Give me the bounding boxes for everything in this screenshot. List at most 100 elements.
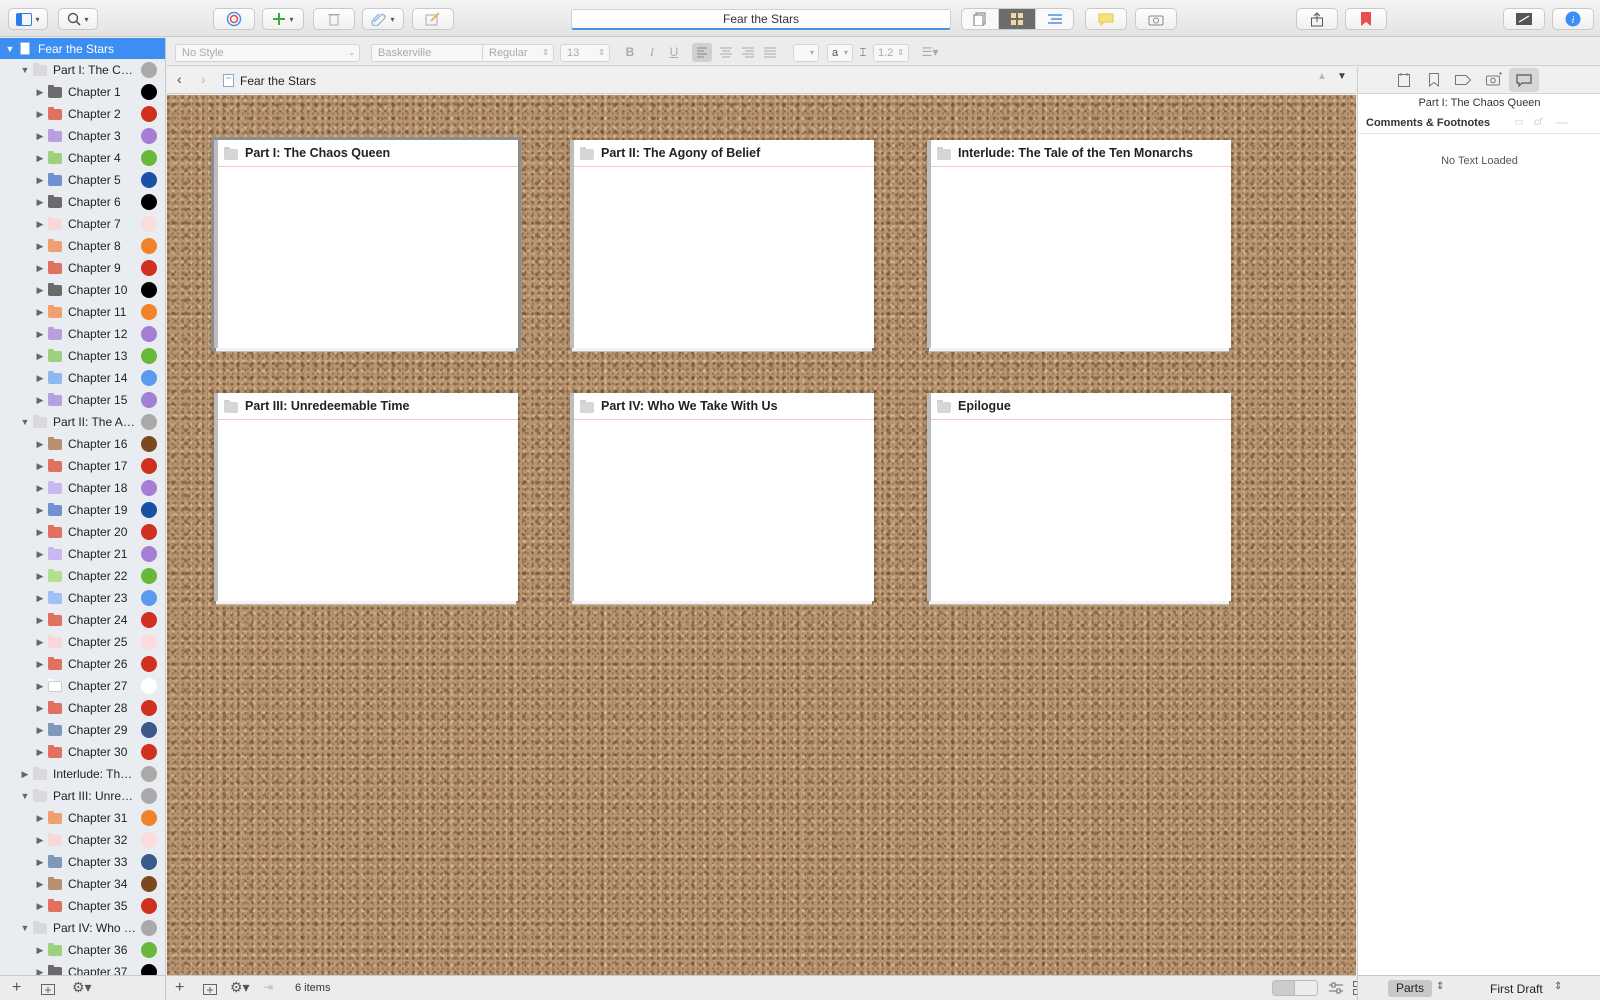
line-spacing-select[interactable]: 1.2 ⇕ (873, 44, 909, 62)
align-justify-icon[interactable] (761, 43, 779, 62)
remove-comment-icon[interactable]: — (1556, 115, 1568, 129)
disclosure-collapsed-icon[interactable]: ▶ (34, 307, 46, 318)
forward-arrow-icon[interactable]: › (201, 71, 206, 87)
binder-chapter-item[interactable]: ▶ Chapter 19 (0, 499, 165, 521)
tag-icon[interactable] (1455, 75, 1471, 85)
binder-chapter-item[interactable]: ▶ Chapter 3 (0, 125, 165, 147)
view-mode-button[interactable]: ▾ (8, 8, 48, 30)
disclosure-collapsed-icon[interactable]: ▶ (34, 109, 46, 120)
binder-chapter-item[interactable]: ▶ Chapter 13 (0, 345, 165, 367)
disclosure-expanded-icon[interactable]: ▼ (19, 65, 31, 75)
status-select[interactable]: First Draft (1490, 982, 1543, 996)
updown-icon[interactable]: ⇕ (1436, 981, 1444, 992)
binder-chapter-item[interactable]: ▶ Chapter 21 (0, 543, 165, 565)
disclosure-collapsed-icon[interactable]: ▶ (34, 901, 46, 912)
align-left-button[interactable] (692, 43, 712, 62)
disclosure-collapsed-icon[interactable]: ▶ (34, 703, 46, 714)
binder-chapter-item[interactable]: ▶ Chapter 25 (0, 631, 165, 653)
comment-button[interactable] (1085, 8, 1127, 30)
binder-chapter-item[interactable]: ▶ Chapter 27 (0, 675, 165, 697)
binder-chapter-item[interactable]: ▶ Chapter 23 (0, 587, 165, 609)
binder-chapter-item[interactable]: ▶ Chapter 1 (0, 81, 165, 103)
card-synopsis[interactable] (931, 420, 1231, 600)
add-card-button[interactable]: + (175, 979, 184, 997)
disclosure-collapsed-icon[interactable]: ▶ (34, 571, 46, 582)
disclosure-collapsed-icon[interactable]: ▶ (34, 219, 46, 230)
disclosure-collapsed-icon[interactable]: ▶ (34, 131, 46, 142)
binder-chapter-item[interactable]: ▶ Chapter 32 (0, 829, 165, 851)
corkboard-view-button[interactable] (999, 9, 1036, 29)
binder-chapter-item[interactable]: ▶ Chapter 26 (0, 653, 165, 675)
binder-chapter-item[interactable]: ▶ Chapter 34 (0, 873, 165, 895)
text-color-select[interactable]: ▾ (793, 44, 819, 62)
collection-button[interactable]: Parts (1388, 980, 1432, 997)
bookmark-button[interactable] (1345, 8, 1387, 30)
card-header[interactable]: Part III: Unredeemable Time (218, 393, 518, 420)
disclosure-collapsed-icon[interactable]: ▶ (34, 197, 46, 208)
binder-chapter-item[interactable]: ▶ Chapter 20 (0, 521, 165, 543)
add-button[interactable]: ▾ (262, 8, 304, 30)
share-button[interactable] (1296, 8, 1338, 30)
disclosure-collapsed-icon[interactable]: ▶ (34, 461, 46, 472)
move-icon[interactable]: ⇥ (263, 980, 273, 994)
disclosure-collapsed-icon[interactable]: ▶ (34, 175, 46, 186)
bold-button[interactable]: B (622, 45, 638, 59)
trash-button[interactable] (313, 8, 355, 30)
binder-chapter-item[interactable]: ▶ Chapter 11 (0, 301, 165, 323)
card-header[interactable]: Part IV: Who We Take With Us (574, 393, 874, 420)
composition-mode-button[interactable] (1503, 8, 1545, 30)
binder-chapter-item[interactable]: ▶ Chapter 30 (0, 741, 165, 763)
chevron-down-icon[interactable]: ▼ (1337, 71, 1347, 82)
binder-chapter-item[interactable]: ▶ Chapter 8 (0, 235, 165, 257)
binder-chapter-item[interactable]: ▶ Chapter 17 (0, 455, 165, 477)
disclosure-collapsed-icon[interactable]: ▶ (34, 615, 46, 626)
updown-icon[interactable]: ⇕ (1554, 981, 1562, 992)
disclosure-collapsed-icon[interactable]: ▶ (34, 263, 46, 274)
disclosure-collapsed-icon[interactable]: ▶ (34, 593, 46, 604)
binder-chapter-item[interactable]: ▶ Chapter 6 (0, 191, 165, 213)
index-card[interactable]: Interlude: The Tale of the Ten Monarchs (927, 140, 1231, 352)
index-card[interactable]: Epilogue (927, 393, 1231, 605)
card-synopsis[interactable] (218, 167, 518, 347)
card-synopsis[interactable] (574, 167, 874, 347)
disclosure-expanded-icon[interactable]: ▼ (19, 417, 31, 427)
italic-button[interactable]: I (644, 45, 660, 60)
list-bullet-button[interactable]: ☰▾ (917, 45, 943, 59)
inspector-toggle-button[interactable]: i (1552, 8, 1594, 30)
add-footnote-icon[interactable]: cf (1534, 117, 1542, 128)
binder-chapter-item[interactable]: ▶ Chapter 24 (0, 609, 165, 631)
sliders-icon[interactable] (1329, 982, 1343, 994)
disclosure-collapsed-icon[interactable]: ▶ (34, 945, 46, 956)
binder-chapter-item[interactable]: ▶ Chapter 35 (0, 895, 165, 917)
attach-button[interactable]: ▾ (362, 8, 404, 30)
binder-chapter-item[interactable]: ▶ Chapter 15 (0, 389, 165, 411)
index-card[interactable]: Part III: Unredeemable Time (214, 393, 518, 605)
binder-chapter-item[interactable]: ▶ Chapter 36 (0, 939, 165, 961)
add-folder-icon[interactable] (41, 982, 55, 995)
binder-chapter-item[interactable]: ▶ Chapter 22 (0, 565, 165, 587)
edit-button[interactable] (412, 8, 454, 30)
disclosure-collapsed-icon[interactable]: ▶ (34, 659, 46, 670)
add-folder-icon[interactable] (203, 982, 217, 995)
binder-chapter-item[interactable]: ▶ Chapter 14 (0, 367, 165, 389)
disclosure-collapsed-icon[interactable]: ▶ (34, 747, 46, 758)
disclosure-collapsed-icon[interactable]: ▶ (34, 153, 46, 164)
card-header[interactable]: Part II: The Agony of Belief (574, 140, 874, 167)
binder-root-item[interactable]: ▼ Fear the Stars (0, 38, 165, 59)
disclosure-collapsed-icon[interactable]: ▶ (34, 725, 46, 736)
card-synopsis[interactable] (218, 420, 518, 600)
search-button[interactable]: ▾ (58, 8, 98, 30)
index-card[interactable]: Part II: The Agony of Belief (570, 140, 874, 352)
disclosure-collapsed-icon[interactable]: ▶ (34, 681, 46, 692)
gear-icon[interactable]: ⚙▾ (72, 979, 92, 996)
gear-icon[interactable]: ⚙▾ (230, 979, 250, 996)
align-center-icon[interactable] (717, 43, 735, 62)
style-select[interactable]: No Style ⌄ (175, 44, 360, 62)
disclosure-collapsed-icon[interactable]: ▶ (19, 769, 31, 780)
card-header[interactable]: Part I: The Chaos Queen (218, 140, 518, 167)
grid-layout-icon[interactable] (1273, 981, 1296, 995)
binder-part-item[interactable]: ▼ Part III: Unredeemable Time (0, 785, 165, 807)
disclosure-collapsed-icon[interactable]: ▶ (34, 285, 46, 296)
binder-chapter-item[interactable]: ▶ Chapter 9 (0, 257, 165, 279)
index-card[interactable]: Part I: The Chaos Queen (211, 137, 521, 352)
